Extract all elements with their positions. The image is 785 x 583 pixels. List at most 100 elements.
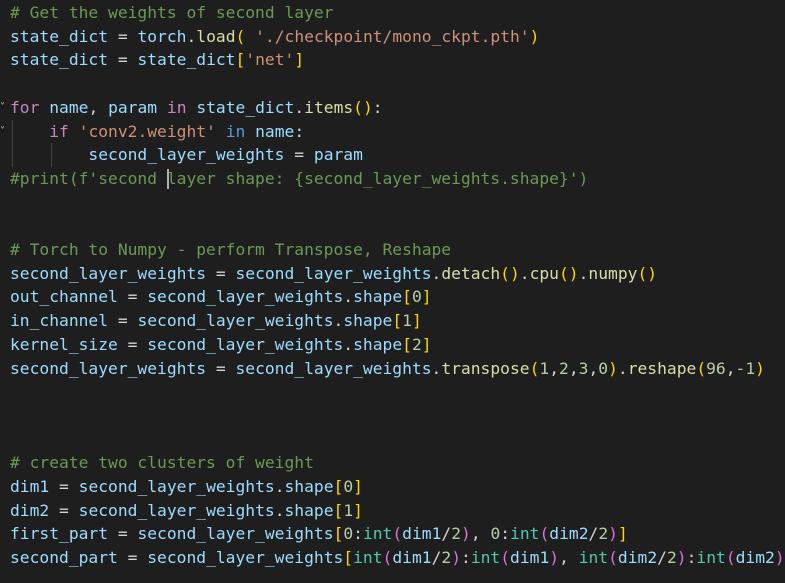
code-token: [ bbox=[333, 500, 344, 520]
code-token: ) bbox=[529, 26, 540, 46]
code-token: : bbox=[500, 524, 511, 544]
code-token: first_part bbox=[10, 524, 109, 544]
code-token: for bbox=[10, 97, 40, 117]
code-token: [ bbox=[392, 311, 403, 331]
chevron-down-icon[interactable]: ˅ bbox=[0, 120, 8, 144]
code-token: . bbox=[274, 477, 285, 496]
code-line[interactable]: dim2 = second_layer_weights.shape[1] bbox=[10, 499, 363, 523]
code-token: ) bbox=[608, 524, 618, 544]
code-editor[interactable]: # Get the weights of second layer state_d… bbox=[0, 0, 785, 583]
code-token: # Get the weights of second layer bbox=[10, 3, 334, 22]
code-token: dim1 bbox=[510, 548, 550, 568]
code-token: shape bbox=[353, 287, 403, 307]
code-token: = bbox=[206, 263, 236, 283]
code-token: shape bbox=[353, 334, 403, 354]
code-line[interactable]: if 'conv2.weight' in name: bbox=[10, 120, 304, 144]
code-token: 0 bbox=[411, 287, 422, 307]
code-token: shape bbox=[284, 500, 334, 520]
code-token: param bbox=[108, 97, 158, 117]
code-token: second_layer_weights bbox=[10, 358, 207, 378]
code-token: 96 bbox=[706, 358, 726, 378]
code-token: . bbox=[186, 26, 197, 46]
code-token: 0 bbox=[598, 358, 609, 378]
indent-guide bbox=[51, 143, 52, 167]
code-token: [ bbox=[235, 50, 246, 70]
code-token: ) bbox=[461, 524, 471, 544]
code-token: ( bbox=[696, 358, 707, 378]
code-token: torch bbox=[137, 26, 187, 46]
code-token: : bbox=[372, 97, 383, 117]
code-token: [ bbox=[343, 548, 354, 568]
code-token: int bbox=[696, 548, 726, 568]
code-token: / bbox=[441, 524, 452, 544]
code-token: ) bbox=[451, 548, 461, 568]
code-token: 2 bbox=[559, 358, 569, 378]
code-token: ] bbox=[294, 50, 305, 70]
code-token: dim1 bbox=[10, 477, 50, 496]
code-token: ] bbox=[421, 287, 432, 307]
code-token: 1 bbox=[539, 358, 550, 378]
code-token: = bbox=[117, 334, 148, 354]
code-token: ( bbox=[539, 524, 550, 544]
code-token: second_layer_weights bbox=[137, 524, 334, 544]
code-token: int bbox=[353, 548, 383, 568]
code-token: : bbox=[686, 548, 697, 568]
code-token: : bbox=[461, 548, 471, 568]
code-token: transpose bbox=[441, 358, 530, 378]
code-line[interactable]: in_channel = second_layer_weights.shape[… bbox=[10, 309, 422, 333]
code-line[interactable]: second_layer_weights = second_layer_weig… bbox=[10, 357, 765, 381]
code-token: 2 bbox=[451, 524, 462, 544]
code-line[interactable]: # create two clusters of weight bbox=[10, 451, 314, 475]
code-token: : bbox=[294, 121, 305, 141]
code-token: second_part bbox=[10, 548, 118, 568]
code-line[interactable]: # Torch to Numpy - perform Transpose, Re… bbox=[10, 238, 451, 262]
code-token: 'conv2.weight' bbox=[78, 121, 216, 141]
code-token: dim2 bbox=[735, 548, 775, 568]
code-line[interactable]: second_layer_weights = second_layer_weig… bbox=[10, 262, 657, 286]
code-token: second_layer_weights bbox=[137, 311, 334, 331]
code-token: ] bbox=[421, 334, 432, 354]
code-token: second_layer_weights bbox=[147, 548, 344, 568]
indent-guide bbox=[12, 119, 13, 167]
code-line[interactable]: # Get the weights of second layer bbox=[10, 1, 333, 25]
code-token: , bbox=[588, 358, 599, 378]
code-token: dim1 bbox=[392, 548, 432, 568]
code-token: cpu bbox=[529, 263, 559, 283]
code-token: './checkpoint/mono_ckpt.pth' bbox=[255, 26, 530, 46]
code-line[interactable]: second_part = second_layer_weights[int(d… bbox=[10, 546, 785, 570]
code-token: name bbox=[255, 121, 295, 141]
code-token: shape bbox=[343, 311, 393, 331]
code-token: / bbox=[431, 548, 442, 568]
code-token: #print(f'second layer shape: {second_lay… bbox=[10, 168, 589, 188]
code-token: 2 bbox=[411, 334, 422, 354]
code-token: = bbox=[108, 50, 138, 70]
code-token: , bbox=[725, 358, 736, 378]
code-token: = bbox=[49, 477, 79, 496]
chevron-down-icon[interactable]: ˅ bbox=[0, 96, 8, 120]
code-line[interactable]: for name, param in state_dict.items(): bbox=[10, 96, 383, 120]
code-line[interactable]: #print(f'second layer shape: {second_lay… bbox=[10, 167, 588, 191]
code-line[interactable]: state_dict = torch.load( './checkpoint/m… bbox=[10, 25, 539, 49]
code-token: , bbox=[549, 358, 559, 378]
code-token: . bbox=[294, 97, 305, 117]
code-line[interactable]: kernel_size = second_layer_weights.shape… bbox=[10, 333, 432, 357]
code-token: out_channel bbox=[10, 287, 118, 307]
code-token: dim2 bbox=[617, 548, 658, 568]
code-token: items bbox=[304, 97, 354, 117]
code-token: ( bbox=[382, 548, 393, 568]
code-line[interactable]: first_part = second_layer_weights[0:int(… bbox=[10, 522, 628, 546]
code-line[interactable]: state_dict = state_dict['net'] bbox=[10, 48, 304, 72]
code-token: () bbox=[353, 97, 373, 117]
code-token: dim2 bbox=[10, 500, 50, 520]
code-token: ( bbox=[725, 548, 736, 568]
code-line[interactable]: out_channel = second_layer_weights.shape… bbox=[10, 285, 432, 309]
code-token: () bbox=[500, 263, 520, 283]
code-token: . bbox=[578, 263, 589, 283]
code-token: , bbox=[470, 524, 491, 544]
code-line[interactable]: dim1 = second_layer_weights.shape[0] bbox=[10, 475, 363, 499]
code-line[interactable]: second_layer_weights = param bbox=[10, 143, 362, 167]
